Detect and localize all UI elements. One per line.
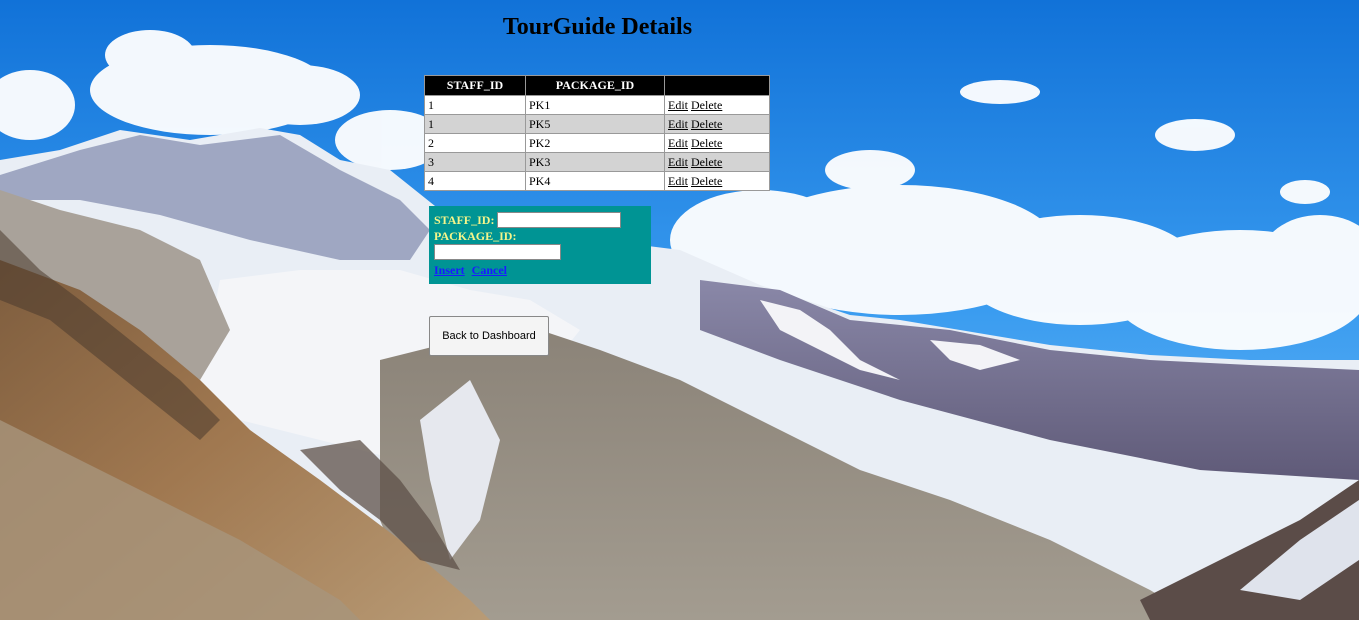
table-row: 1 PK1 Edit Delete bbox=[424, 95, 770, 115]
cell-actions: Edit Delete bbox=[664, 95, 770, 115]
package-id-input-row bbox=[434, 244, 651, 260]
delete-link[interactable]: Delete bbox=[691, 155, 722, 169]
staff-id-label: STAFF_ID: bbox=[434, 213, 495, 227]
tourguide-grid: STAFF_ID PACKAGE_ID 1 PK1 Edit Delete 1 … bbox=[424, 75, 770, 191]
column-header-package-id: PACKAGE_ID bbox=[525, 75, 665, 96]
cell-staff-id: 4 bbox=[424, 171, 526, 191]
page-title: TourGuide Details bbox=[502, 14, 693, 40]
cell-actions: Edit Delete bbox=[664, 114, 770, 134]
column-header-actions bbox=[664, 75, 770, 96]
package-id-input[interactable] bbox=[434, 244, 561, 260]
insert-form: STAFF_ID: PACKAGE_ID: Insert Cancel bbox=[429, 206, 651, 284]
cell-package-id: PK2 bbox=[525, 133, 665, 153]
delete-link[interactable]: Delete bbox=[691, 117, 722, 131]
staff-id-input[interactable] bbox=[497, 212, 622, 228]
cancel-link[interactable]: Cancel bbox=[472, 262, 507, 278]
cell-staff-id: 1 bbox=[424, 95, 526, 115]
back-to-dashboard-button[interactable]: Back to Dashboard bbox=[429, 316, 549, 356]
table-row: 2 PK2 Edit Delete bbox=[424, 133, 770, 153]
cell-package-id: PK1 bbox=[525, 95, 665, 115]
staff-id-row: STAFF_ID: bbox=[434, 212, 651, 228]
cell-actions: Edit Delete bbox=[664, 133, 770, 153]
cell-package-id: PK3 bbox=[525, 152, 665, 172]
delete-link[interactable]: Delete bbox=[691, 136, 722, 150]
cell-actions: Edit Delete bbox=[664, 152, 770, 172]
insert-link[interactable]: Insert bbox=[434, 262, 465, 278]
cell-staff-id: 3 bbox=[424, 152, 526, 172]
edit-link[interactable]: Edit bbox=[668, 174, 688, 188]
edit-link[interactable]: Edit bbox=[668, 117, 688, 131]
package-id-label: PACKAGE_ID: bbox=[434, 229, 517, 243]
edit-link[interactable]: Edit bbox=[668, 155, 688, 169]
form-actions: Insert Cancel bbox=[434, 262, 651, 278]
edit-link[interactable]: Edit bbox=[668, 136, 688, 150]
table-row: 4 PK4 Edit Delete bbox=[424, 171, 770, 191]
delete-link[interactable]: Delete bbox=[691, 98, 722, 112]
package-id-label-row: PACKAGE_ID: bbox=[434, 228, 651, 244]
grid-header-row: STAFF_ID PACKAGE_ID bbox=[424, 75, 770, 96]
delete-link[interactable]: Delete bbox=[691, 174, 722, 188]
cell-actions: Edit Delete bbox=[664, 171, 770, 191]
cell-package-id: PK5 bbox=[525, 114, 665, 134]
cell-package-id: PK4 bbox=[525, 171, 665, 191]
table-row: 1 PK5 Edit Delete bbox=[424, 114, 770, 134]
cell-staff-id: 2 bbox=[424, 133, 526, 153]
edit-link[interactable]: Edit bbox=[668, 98, 688, 112]
cell-staff-id: 1 bbox=[424, 114, 526, 134]
column-header-staff-id: STAFF_ID bbox=[424, 75, 526, 96]
table-row: 3 PK3 Edit Delete bbox=[424, 152, 770, 172]
